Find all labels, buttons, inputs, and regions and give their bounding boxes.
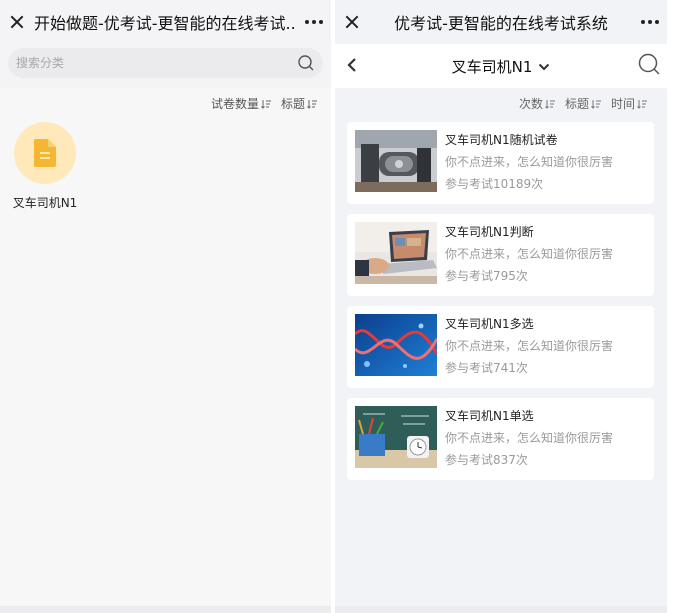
right-sort-bar: 次数 标题 时间 <box>519 95 647 112</box>
paper-card[interactable]: 叉车司机N1单选 你不点进来，怎么知道你很厉害 参与考试837次 <box>347 398 654 480</box>
search-icon[interactable] <box>297 54 315 72</box>
left-title-bar: 开始做题-优考试-更智能的在线考试... <box>0 0 331 44</box>
sort-label: 标题 <box>564 97 589 111</box>
sort-by-time[interactable]: 时间 <box>611 95 647 112</box>
search-icon[interactable] <box>637 52 661 76</box>
category-dropdown[interactable]: 叉车司机N1 <box>452 56 551 77</box>
dna-helix-image <box>355 314 437 376</box>
paper-description: 你不点进来，怎么知道你很厉害 <box>445 431 614 445</box>
sort-icon <box>545 99 555 109</box>
paper-attempt-count: 参与考试837次 <box>445 453 528 467</box>
paper-title: 叉车司机N1多选 <box>445 317 534 331</box>
paper-title: 叉车司机N1单选 <box>445 409 534 423</box>
left-sort-bar: 试卷数量 标题 <box>211 95 317 112</box>
sort-label: 时间 <box>610 97 635 111</box>
close-icon[interactable] <box>0 0 34 44</box>
paper-description: 你不点进来，怎么知道你很厉害 <box>445 247 614 261</box>
sort-by-attempts[interactable]: 次数 <box>519 95 555 112</box>
right-page-title: 优考试-更智能的在线考试系统 <box>394 14 608 33</box>
sort-icon <box>261 99 271 109</box>
category-icon-circle <box>14 122 76 184</box>
paper-card[interactable]: 叉车司机N1多选 你不点进来，怎么知道你很厉害 参与考试741次 <box>347 306 654 388</box>
sort-label: 标题 <box>280 97 305 111</box>
category-label: 叉车司机N1 <box>12 196 78 210</box>
sort-icon <box>307 99 317 109</box>
chevron-down-icon <box>539 63 550 70</box>
laptop-hands-image <box>355 222 437 284</box>
right-edge <box>667 0 675 613</box>
paper-attempt-count: 参与考试795次 <box>445 269 528 283</box>
search-bar <box>8 48 323 78</box>
sort-label: 次数 <box>518 97 543 111</box>
document-icon <box>34 139 56 167</box>
sort-by-title[interactable]: 标题 <box>281 95 317 112</box>
left-panel: 开始做题-优考试-更智能的在线考试... 试卷数量 标题 <box>0 0 331 613</box>
right-title-bar: 优考试-更智能的在线考试系统 <box>335 0 667 44</box>
paper-attempt-count: 参与考试10189次 <box>445 177 544 191</box>
paper-card[interactable]: 叉车司机N1随机试卷 你不点进来，怎么知道你很厉害 参与考试10189次 <box>347 122 654 204</box>
category-item[interactable]: 叉车司机N1 <box>10 122 80 211</box>
sort-label: 试卷数量 <box>210 97 259 111</box>
sort-by-title[interactable]: 标题 <box>565 95 601 112</box>
more-icon[interactable] <box>633 0 667 44</box>
sort-by-paper-count[interactable]: 试卷数量 <box>211 95 271 112</box>
close-icon[interactable] <box>335 0 369 44</box>
sort-icon <box>637 99 647 109</box>
industrial-machine-image <box>355 130 437 192</box>
paper-description: 你不点进来，怎么知道你很厉害 <box>445 155 614 169</box>
search-input[interactable] <box>16 48 286 78</box>
nav-title-text: 叉车司机N1 <box>451 58 533 76</box>
paper-attempt-count: 参与考试741次 <box>445 361 528 375</box>
nav-bar: 叉车司机N1 <box>335 44 667 88</box>
sort-icon <box>591 99 601 109</box>
chalkboard-clock-image <box>355 406 437 468</box>
bottom-bar <box>335 606 667 613</box>
paper-title: 叉车司机N1随机试卷 <box>445 133 558 147</box>
bottom-bar <box>0 606 331 613</box>
paper-description: 你不点进来，怎么知道你很厉害 <box>445 339 614 353</box>
left-page-title: 开始做题-优考试-更智能的在线考试... <box>34 14 297 33</box>
paper-title: 叉车司机N1判断 <box>445 225 534 239</box>
right-panel: 优考试-更智能的在线考试系统 叉车司机N1 次数 标题 时间 叉车司机N1随机试… <box>335 0 667 613</box>
more-icon[interactable] <box>297 0 331 44</box>
paper-card[interactable]: 叉车司机N1判断 你不点进来，怎么知道你很厉害 参与考试795次 <box>347 214 654 296</box>
